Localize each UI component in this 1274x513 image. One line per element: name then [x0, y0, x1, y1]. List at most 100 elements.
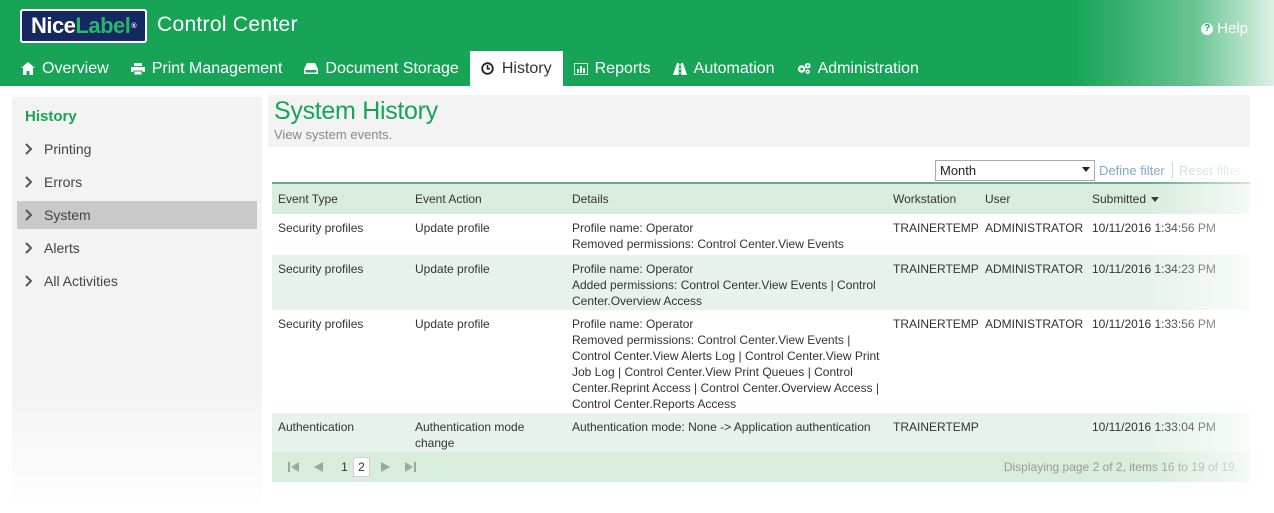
logo-text-label: Label	[75, 13, 131, 38]
pager-info: Displaying page 2 of 2, items 16 to 19 o…	[1003, 460, 1238, 474]
table-row[interactable]: Security profiles Update profile Profile…	[272, 310, 1250, 413]
nav-document-storage-label: Document Storage	[325, 59, 459, 77]
help-link[interactable]: ? Help	[1201, 20, 1248, 37]
clock-icon	[481, 62, 495, 76]
period-select[interactable]: Month	[935, 160, 1095, 181]
cell-workstation: TRAINERTEMP	[893, 262, 979, 276]
cell-event-type: Security profiles	[278, 221, 364, 235]
nav-reports-label: Reports	[594, 59, 651, 77]
sidebar-item-system[interactable]: System	[17, 201, 257, 229]
event-action-line: change	[415, 436, 455, 450]
nav-automation[interactable]: Automation	[662, 51, 786, 86]
page-number-2[interactable]: 2	[353, 457, 370, 477]
page-number-1[interactable]: 1	[336, 457, 353, 477]
cell-workstation: TRAINERTEMP	[893, 221, 979, 235]
printer-icon	[130, 62, 145, 76]
sidebar-item-label: Printing	[44, 141, 92, 157]
sidebar-item-label: Alerts	[44, 240, 80, 256]
cell-user: ADMINISTRATOR	[985, 221, 1084, 235]
cell-user: ADMINISTRATOR	[985, 317, 1084, 331]
sidebar: History Printing Errors System Alerts Al…	[12, 97, 262, 513]
column-header-event-action[interactable]: Event Action	[409, 191, 566, 207]
nav-document-storage[interactable]: Document Storage	[293, 51, 469, 86]
nav-automation-label: Automation	[693, 59, 775, 77]
sidebar-title: History	[25, 108, 77, 125]
details-line: Center.Reprint Access | Control Center.O…	[572, 381, 880, 395]
cell-submitted: 10/11/2016 1:34:23 PM	[1092, 262, 1216, 276]
next-page-icon[interactable]	[378, 459, 394, 475]
help-icon: ?	[1201, 22, 1214, 35]
column-header-submitted[interactable]: Submitted	[1086, 191, 1250, 207]
nav-print-management[interactable]: Print Management	[120, 51, 294, 86]
cell-event-action: Authentication mode change	[409, 413, 566, 452]
cell-submitted: 10/11/2016 1:34:56 PM	[1092, 221, 1216, 235]
app-header: Nice Label ® Control Center ? Help Overvie…	[0, 0, 1274, 86]
cell-details: Profile name: Operator Added permissions…	[566, 255, 887, 310]
table-pager: 1 2 Displaying page 2 of 2, items 16 to …	[272, 452, 1250, 482]
cell-submitted: 10/11/2016 1:33:56 PM	[1092, 317, 1216, 331]
table-row[interactable]: Security profiles Update profile Profile…	[272, 214, 1250, 255]
chevron-down-icon	[1082, 167, 1090, 172]
nav-history[interactable]: History	[469, 51, 563, 86]
reset-filter-link[interactable]: Reset filter	[1179, 163, 1241, 178]
cell-workstation: TRAINERTEMP	[893, 317, 979, 331]
cell-submitted: 10/11/2016 1:33:04 PM	[1092, 420, 1216, 434]
cell-details: Authentication mode: None -> Application…	[566, 413, 887, 452]
column-header-user[interactable]: User	[979, 191, 1086, 207]
sidebar-item-label: All Activities	[44, 273, 118, 289]
column-header-details[interactable]: Details	[566, 191, 887, 207]
bar-chart-icon	[573, 62, 588, 76]
header-fade	[1074, 0, 1274, 86]
cell-event-type: Authentication	[278, 420, 355, 434]
column-header-event-type[interactable]: Event Type	[272, 191, 409, 207]
gears-icon	[797, 62, 811, 76]
sidebar-item-errors[interactable]: Errors	[17, 168, 257, 196]
details-line: Profile name: Operator	[572, 221, 694, 235]
period-select-value: Month	[940, 163, 977, 178]
help-label: Help	[1217, 20, 1248, 37]
cell-event-type: Security profiles	[278, 317, 364, 331]
nav-print-management-label: Print Management	[151, 59, 283, 77]
nav-history-label: History	[501, 59, 552, 77]
sidebar-item-all-activities[interactable]: All Activities	[17, 267, 257, 295]
sort-descending-icon	[1151, 197, 1160, 203]
table-row[interactable]: Security profiles Update profile Profile…	[272, 255, 1250, 310]
drive-icon	[304, 62, 319, 76]
details-line: Center.Overview Access	[572, 294, 703, 308]
column-header-submitted-label: Submitted	[1092, 192, 1147, 206]
cell-details: Profile name: Operator Removed permissio…	[566, 310, 887, 413]
chevron-right-icon	[25, 143, 35, 155]
cell-workstation: TRAINERTEMP	[893, 420, 979, 434]
column-header-workstation[interactable]: Workstation	[887, 191, 979, 207]
nicelabel-logo[interactable]: Nice Label ®	[20, 9, 147, 43]
logo-text-nice: Nice	[30, 13, 76, 38]
details-line: Control Center.Reports Access	[572, 397, 737, 411]
chevron-right-icon	[25, 275, 35, 287]
cell-user: ADMINISTRATOR	[985, 262, 1084, 276]
nav-administration[interactable]: Administration	[786, 51, 930, 86]
home-icon	[21, 62, 35, 76]
details-line: Profile name: Operator	[572, 262, 694, 276]
previous-page-icon[interactable]	[310, 459, 326, 475]
first-page-icon[interactable]	[286, 459, 302, 475]
sidebar-item-alerts[interactable]: Alerts	[17, 234, 257, 262]
table-row[interactable]: Authentication Authentication mode chang…	[272, 413, 1250, 452]
history-table: Event Type Event Action Details Workstat…	[272, 182, 1250, 482]
details-line: Removed permissions: Control Center.View…	[572, 333, 851, 347]
chevron-right-icon	[25, 176, 35, 188]
nav-reports[interactable]: Reports	[563, 51, 662, 86]
filter-divider	[1172, 162, 1173, 178]
app-title: Control Center	[157, 13, 298, 36]
last-page-icon[interactable]	[402, 459, 418, 475]
details-line: Job Log | Control Center.View Print Queu…	[572, 365, 853, 379]
cell-event-type: Security profiles	[278, 262, 364, 276]
cell-user	[979, 413, 1086, 452]
nav-overview[interactable]: Overview	[10, 51, 120, 86]
define-filter-link[interactable]: Define filter	[1099, 163, 1165, 178]
chevron-right-icon	[25, 242, 35, 254]
nav-administration-label: Administration	[817, 59, 919, 77]
sidebar-item-label: Errors	[44, 174, 83, 190]
sidebar-item-printing[interactable]: Printing	[17, 135, 257, 163]
cell-event-action: Update profile	[415, 262, 490, 276]
nav-overview-label: Overview	[42, 59, 109, 77]
